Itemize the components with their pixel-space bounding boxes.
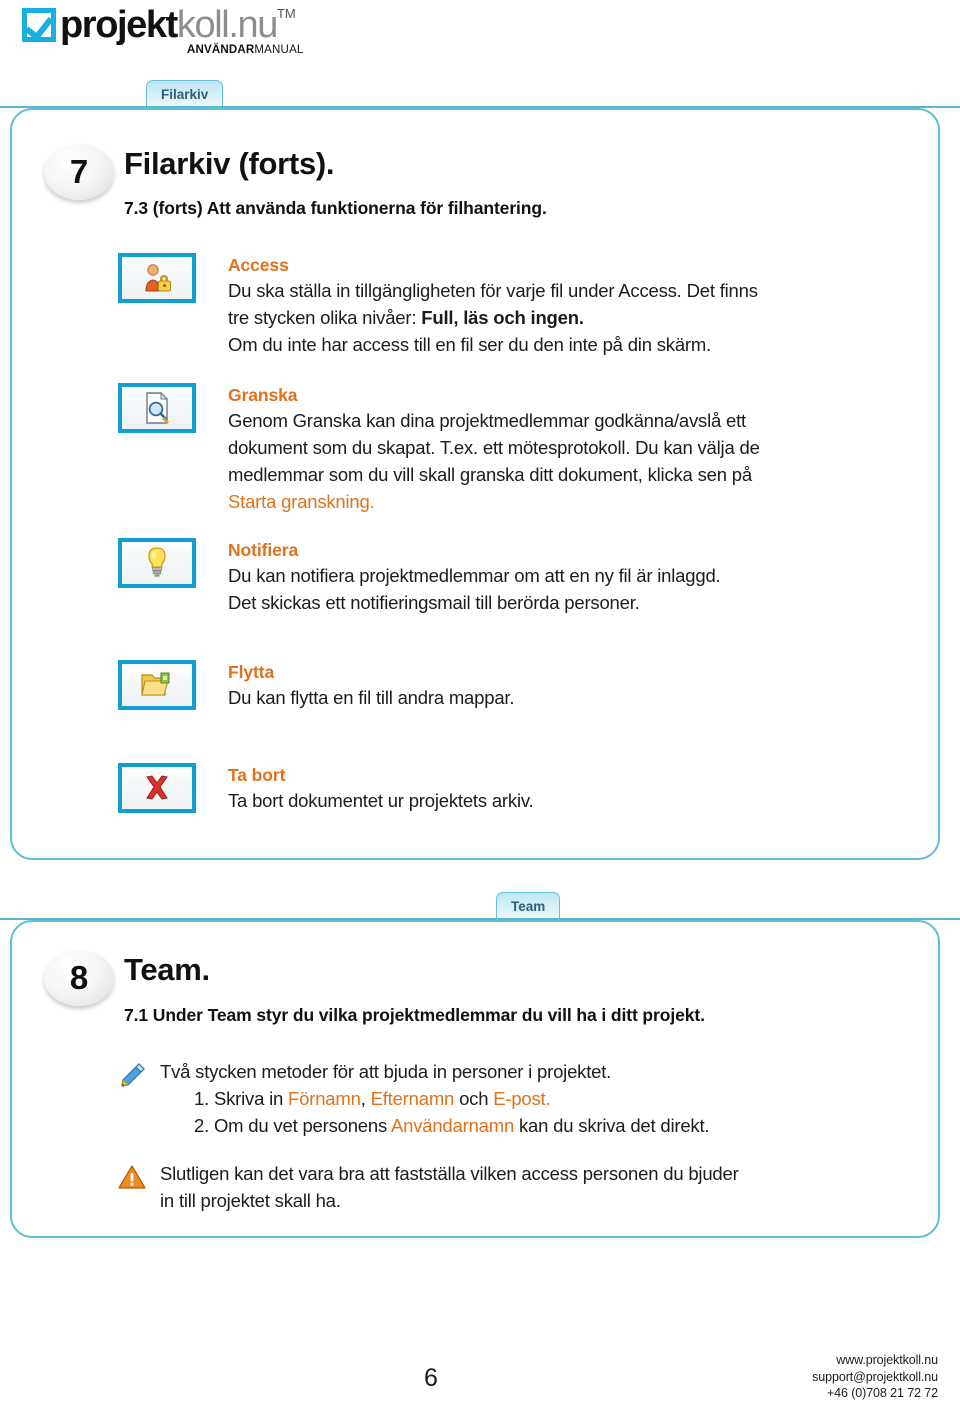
folder-move-icon [141, 672, 170, 696]
lightbulb-icon [148, 547, 166, 577]
field-efternamn: Efternamn [370, 1088, 455, 1109]
user-lock-icon-box [118, 253, 196, 303]
section-number-7: 7 [69, 153, 89, 190]
footer-contact: www.projektkoll.nu support@projektkoll.n… [812, 1352, 938, 1402]
note-invite-item-2: 2. Om du vet personens Användarnamn kan … [194, 1112, 710, 1139]
feature-granska-line2: dokument som du skapat. T.ex. ett mötesp… [228, 437, 760, 458]
section-number-8: 8 [69, 959, 89, 996]
document-search-icon-box [118, 383, 196, 433]
feature-flytta: Flytta Du kan flytta en fil till andra m… [118, 660, 928, 711]
footer-email: support@projektkoll.nu [812, 1369, 938, 1384]
note-warning-line1: Slutligen kan det vara bra att fastställ… [160, 1163, 739, 1184]
lightbulb-icon-box [118, 538, 196, 588]
feature-access-line1: Du ska ställa in tillgängligheten för va… [228, 280, 758, 301]
section-number-bubble-7: 7 [44, 144, 114, 200]
feature-granska: Granska Genom Granska kan dina projektme… [118, 383, 928, 515]
feature-access: Access Du ska ställa in tillgängligheten… [118, 253, 928, 358]
feature-granska-heading: Granska [228, 385, 298, 405]
note-invite-item-1: 1. Skriva in Förnamn, Efternamn och E-po… [194, 1085, 709, 1112]
feature-flytta-text: Flytta Du kan flytta en fil till andra m… [228, 660, 928, 711]
note-invite-item2-suffix: kan du skriva det direkt. [514, 1115, 710, 1136]
feature-tabort-line1: Ta bort dokumentet ur projektets arkiv. [228, 790, 534, 811]
note-invite-item1-mid1: , [360, 1088, 371, 1109]
logo-wordmark: projekt koll.nu TM [22, 6, 442, 48]
footer-website: www.projektkoll.nu [836, 1353, 938, 1367]
field-anvandarnamn: Användarnamn [390, 1115, 515, 1136]
note-warning-line2: in till projektet skall ha. [160, 1190, 341, 1211]
note-warning: Slutligen kan det vara bra att fastställ… [118, 1160, 938, 1214]
field-fornamn: Förnamn [288, 1088, 361, 1109]
feature-access-text: Access Du ska ställa in tillgängligheten… [228, 253, 928, 358]
page-subtitle-filarkiv: 7.3 (forts) Att använda funktionerna för… [124, 198, 547, 218]
page-title-team: Team. [124, 952, 210, 987]
feature-tabort: Ta bort Ta bort dokumentet ur projektets… [118, 763, 928, 814]
logo-word-primary: projekt [60, 4, 178, 46]
feature-granska-line3: medlemmar som du vill skall granska ditt… [228, 464, 752, 485]
feature-granska-text: Granska Genom Granska kan dina projektme… [228, 383, 928, 515]
field-epost: E-post. [493, 1088, 551, 1109]
feature-notifiera-line2: Det skickas ett notifieringsmail till be… [228, 592, 640, 613]
feature-flytta-heading: Flytta [228, 662, 275, 682]
user-lock-icon [145, 264, 171, 292]
folder-move-icon-box [118, 660, 196, 710]
note-invite-item1-mid2: och [454, 1088, 494, 1109]
trademark-symbol: TM [276, 6, 296, 21]
feature-access-heading: Access [228, 255, 289, 275]
tab-team[interactable]: Team [496, 892, 561, 919]
note-invite: Två stycken metoder för att bjuda in per… [118, 1058, 938, 1139]
feature-granska-line4-link: Starta granskning. [228, 491, 375, 512]
section-number-bubble-8: 8 [44, 950, 114, 1006]
feature-flytta-line1: Du kan flytta en fil till andra mappar. [228, 687, 515, 708]
logo-subtitle-bold: ANVÄNDAR [187, 44, 255, 56]
feature-tabort-text: Ta bort Ta bort dokumentet ur projektets… [228, 763, 928, 814]
feature-access-body: Du ska ställa in tillgängligheten för va… [228, 277, 928, 358]
logo-word-secondary: koll.nu [176, 4, 278, 46]
feature-notifiera-line1: Du kan notifiera projektmedlemmar om att… [228, 565, 721, 586]
feature-access-line2-prefix: tre stycken olika nivåer: [228, 307, 422, 328]
warning-triangle-icon [118, 1165, 146, 1189]
logo: projekt koll.nu TM ANVÄNDARMANUAL [22, 6, 442, 64]
feature-tabort-body: Ta bort dokumentet ur projektets arkiv. [228, 787, 928, 814]
feature-granska-body: Genom Granska kan dina projektmedlemmar … [228, 407, 928, 515]
footer-phone: +46 (0)708 21 72 72 [826, 1386, 938, 1400]
logo-subtitle: ANVÄNDARMANUAL [187, 44, 304, 56]
page-subtitle-team: 7.1 Under Team styr du vilka projektmedl… [124, 1005, 705, 1025]
red-cross-delete-icon [146, 775, 168, 800]
feature-tabort-heading: Ta bort [228, 765, 286, 785]
red-cross-delete-icon-box [118, 763, 196, 813]
feature-notifiera-body: Du kan notifiera projektmedlemmar om att… [228, 562, 928, 616]
pencil-icon [121, 1063, 145, 1087]
note-invite-intro: Två stycken metoder för att bjuda in per… [160, 1061, 612, 1082]
feature-access-line3: Om du inte har access till en fil ser du… [228, 334, 712, 355]
feature-notifiera-heading: Notifiera [228, 540, 299, 560]
note-warning-text: Slutligen kan det vara bra att fastställ… [160, 1160, 739, 1214]
feature-granska-line1: Genom Granska kan dina projektmedlemmar … [228, 410, 746, 431]
pencil-icon-wrap [118, 1058, 160, 1095]
note-invite-list: 1. Skriva in Förnamn, Efternamn och E-po… [160, 1085, 710, 1139]
warning-triangle-icon-wrap [118, 1160, 160, 1195]
feature-notifiera: Notifiera Du kan notifiera projektmedlem… [118, 538, 928, 616]
feature-flytta-body: Du kan flytta en fil till andra mappar. [228, 684, 928, 711]
document-search-icon [146, 391, 169, 424]
note-invite-item2-prefix: 2. Om du vet personens [194, 1115, 391, 1136]
note-invite-text: Två stycken metoder för att bjuda in per… [160, 1058, 710, 1139]
tab-filarkiv[interactable]: Filarkiv [146, 80, 224, 107]
page-number: 6 [424, 1364, 438, 1392]
page-title-filarkiv: Filarkiv (forts). [124, 146, 335, 181]
logo-subtitle-regular: MANUAL [254, 44, 304, 56]
feature-notifiera-text: Notifiera Du kan notifiera projektmedlem… [228, 538, 928, 616]
checkbox-check-icon [22, 8, 56, 42]
note-invite-item1-prefix: 1. Skriva in [194, 1088, 289, 1109]
feature-access-line2-bold: Full, läs och ingen. [421, 307, 584, 328]
